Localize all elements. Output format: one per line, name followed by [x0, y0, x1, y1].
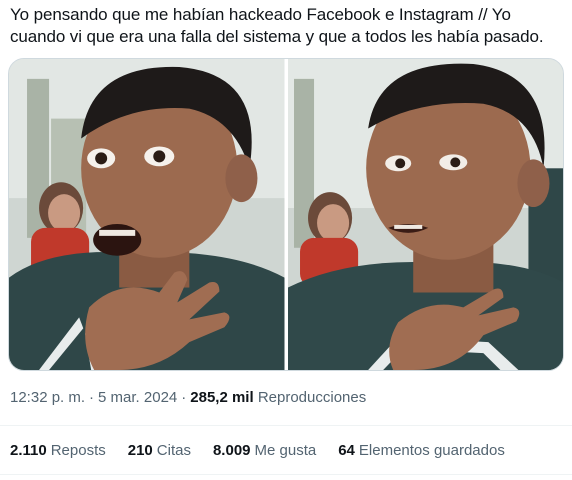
views-label: Reproducciones — [257, 389, 367, 406]
reposts-count: 2.110 — [10, 442, 47, 459]
bookmarks-count: 64 — [338, 442, 355, 459]
tweet-text: Yo pensando que me habían hackeado Faceb… — [10, 5, 544, 46]
tweet-date[interactable]: 5 mar. 2024 — [98, 389, 177, 406]
reposts-stat[interactable]: 2.110 Reposts — [10, 442, 106, 459]
shocked-boy-image — [9, 59, 285, 370]
relieved-boy-image — [287, 59, 563, 370]
meta-separator: · — [181, 389, 187, 406]
likes-label: Me gusta — [254, 442, 317, 459]
bookmarks-stat[interactable]: 64 Elementos guardados — [338, 442, 505, 459]
bookmarks-label: Elementos guardados — [358, 442, 505, 459]
quotes-count: 210 — [127, 442, 153, 459]
reposts-label: Reposts — [50, 442, 106, 459]
quotes-stat[interactable]: 210 Citas — [128, 442, 191, 459]
shocked-boy-photo[interactable] — [9, 59, 285, 370]
likes-count: 8.009 — [212, 442, 251, 459]
tweet-time[interactable]: 12:32 p. m. — [10, 389, 85, 406]
likes-stat[interactable]: 8.009 Me gusta — [213, 442, 316, 459]
tweet-stats: 2.110 Reposts 210 Citas 8.009 Me gusta 64 El… — [10, 442, 505, 459]
tweet-meta: 12:32 p. m. · 5 mar. 2024 · 285,2 mil Reprod… — [10, 389, 366, 406]
relieved-boy-photo[interactable] — [287, 59, 563, 370]
meta-separator: · — [89, 389, 95, 406]
divider — [0, 474, 572, 475]
quotes-label: Citas — [156, 442, 191, 459]
tweet-media-grid — [8, 58, 564, 371]
views-count: 285,2 mil — [190, 389, 254, 406]
divider — [0, 425, 572, 426]
